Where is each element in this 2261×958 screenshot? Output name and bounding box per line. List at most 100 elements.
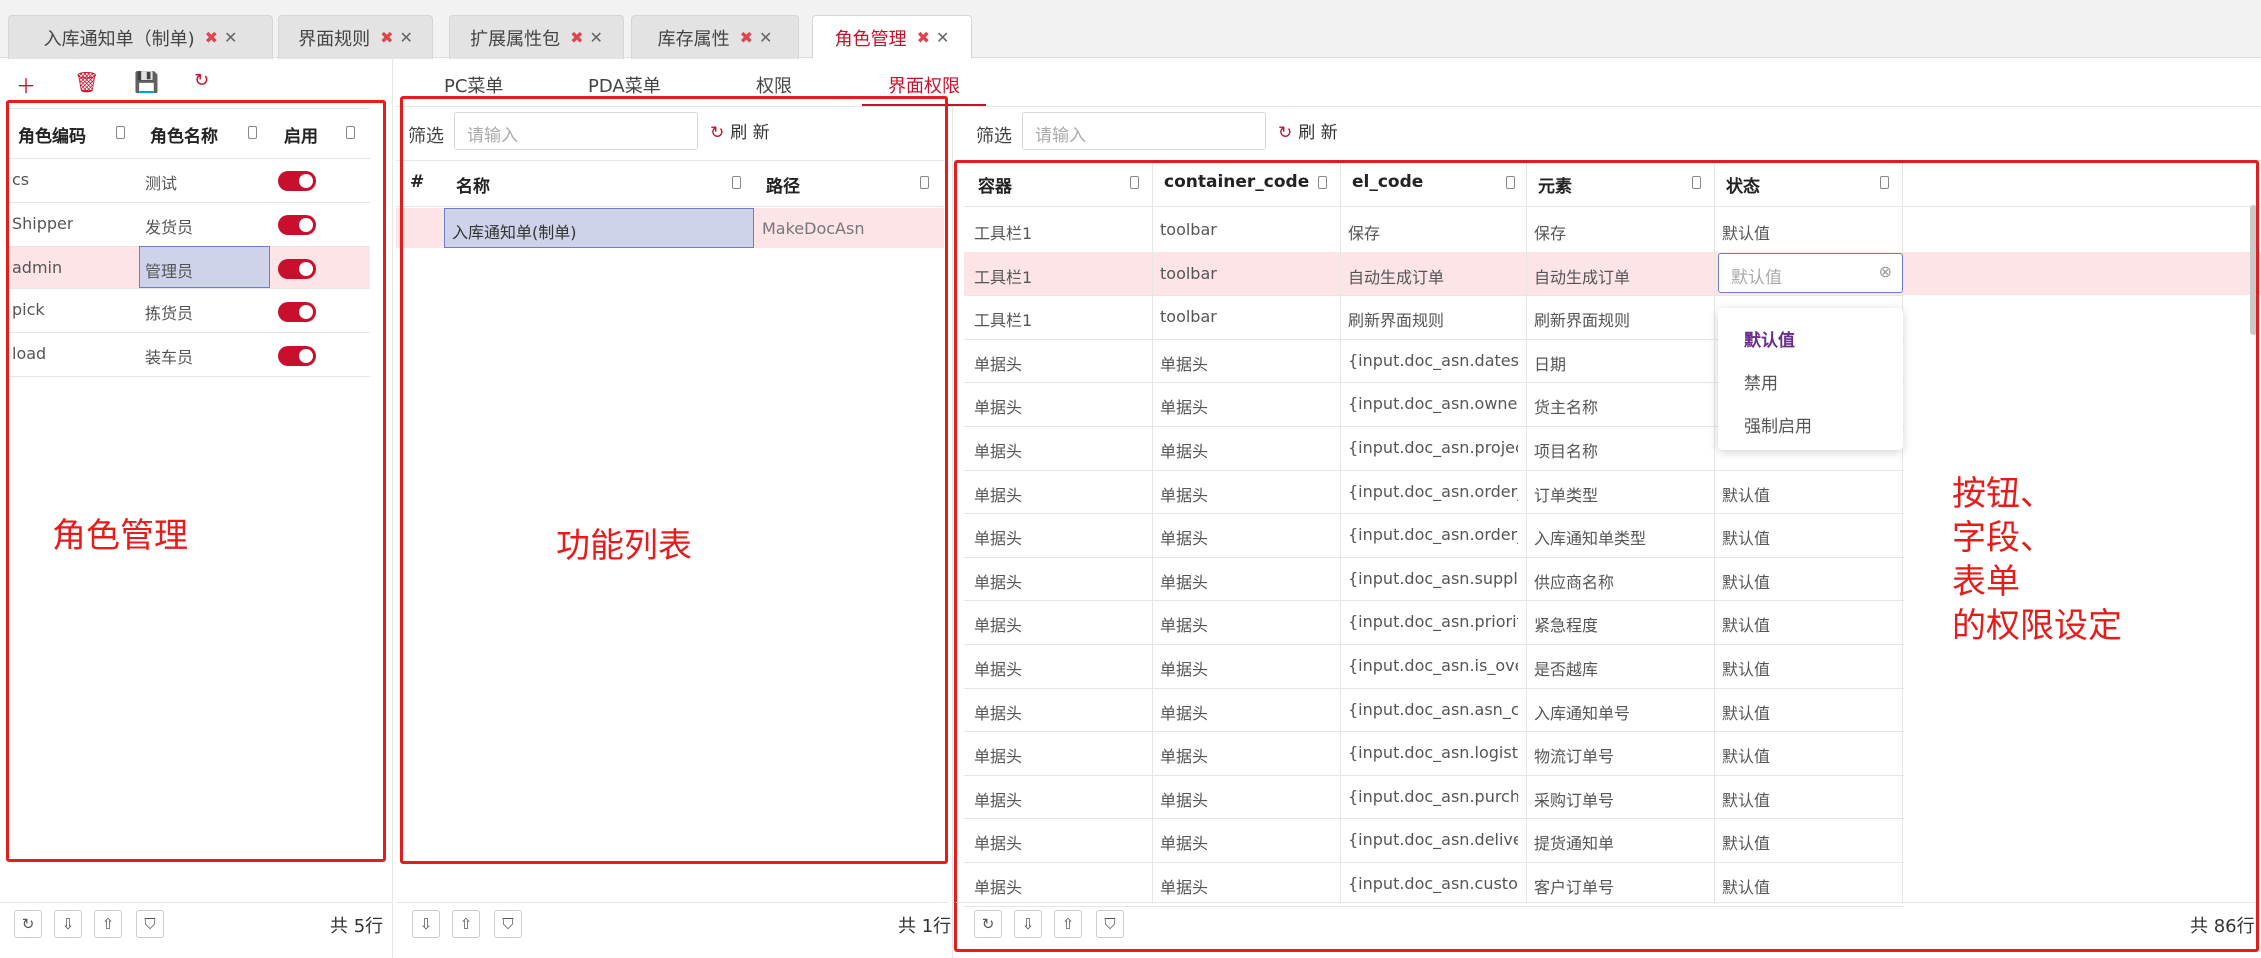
- col-index[interactable]: #: [410, 172, 424, 192]
- permission-filter-input[interactable]: 请输入: [1022, 112, 1266, 150]
- subtab-pc-menu[interactable]: PC菜单: [444, 72, 503, 98]
- tab-ext-attrs[interactable]: 扩展属性包 ✖ ✕: [449, 15, 624, 59]
- function-refresh-button[interactable]: ↻ 刷 新: [710, 118, 770, 143]
- col-container-code[interactable]: container_code: [1164, 172, 1309, 192]
- pin-icon[interactable]: ✖: [570, 28, 583, 47]
- cell-element: 入库通知单类型: [1534, 529, 1647, 549]
- close-icon[interactable]: ✕: [590, 28, 603, 47]
- status-select-input[interactable]: 默认值 ⊗: [1718, 253, 1903, 293]
- import-icon[interactable]: ⇩: [54, 910, 82, 938]
- column-menu-icon[interactable]: [1318, 176, 1327, 189]
- column-menu-icon[interactable]: [116, 126, 125, 139]
- import-icon[interactable]: ⇩: [412, 910, 440, 938]
- filter-icon[interactable]: ⛉: [494, 910, 522, 938]
- close-icon[interactable]: ✕: [759, 28, 772, 47]
- role-code: cs: [12, 170, 30, 189]
- refresh-label: 刷 新: [730, 123, 770, 143]
- enabled-toggle[interactable]: [278, 171, 316, 191]
- dropdown-option-disabled[interactable]: 禁用: [1744, 369, 1778, 394]
- row-count: 共 5行: [330, 916, 384, 937]
- col-enabled[interactable]: 启用: [284, 122, 318, 147]
- function-filter-input[interactable]: 请输入: [454, 112, 698, 150]
- cell-container: 工具栏1: [974, 311, 1033, 331]
- tab-inbound-notice[interactable]: 入库通知单（制单) ✖ ✕: [8, 15, 273, 59]
- cell-container-code: 单据头: [1160, 703, 1209, 723]
- export-icon[interactable]: ⇧: [94, 910, 122, 938]
- export-icon[interactable]: ⇧: [1054, 910, 1082, 938]
- export-icon[interactable]: ⇧: [452, 910, 480, 938]
- role-code: admin: [12, 258, 63, 277]
- enabled-toggle[interactable]: [278, 259, 316, 279]
- close-icon[interactable]: ✕: [936, 28, 949, 47]
- cell-container-code: 单据头: [1160, 747, 1209, 767]
- col-role-name[interactable]: 角色名称: [150, 122, 218, 147]
- clear-icon[interactable]: ⊗: [1879, 262, 1892, 281]
- col-role-code[interactable]: 角色编码: [18, 122, 86, 147]
- cell-container: 单据头: [974, 529, 1023, 549]
- row-count: 共 86行: [2190, 916, 2255, 937]
- refresh-icon[interactable]: ↻: [194, 70, 209, 91]
- cell-element: 项目名称: [1534, 442, 1599, 461]
- subtab-pda-menu[interactable]: PDA菜单: [588, 72, 661, 98]
- column-menu-icon[interactable]: [920, 176, 929, 189]
- annotation-line: 表单: [1952, 562, 2020, 602]
- vertical-scrollbar[interactable]: [2250, 205, 2257, 335]
- tab-role-management[interactable]: 角色管理 ✖ ✕: [812, 15, 972, 59]
- cell-container: 单据头: [974, 747, 1023, 767]
- column-menu-icon[interactable]: [346, 126, 355, 139]
- column-menu-icon[interactable]: [1130, 176, 1139, 189]
- cell-el-code: {input.doc_asn.supplie...: [1348, 568, 1518, 588]
- cell-el-code: {input.doc_asn.order_...: [1348, 481, 1518, 501]
- cell-container-code: toolbar: [1160, 220, 1217, 239]
- cell-container-code: 单据头: [1160, 660, 1209, 679]
- cell-container: 单据头: [974, 616, 1023, 636]
- dropdown-option-force-enabled[interactable]: 强制启用: [1744, 412, 1812, 437]
- role-code: pick: [12, 300, 45, 319]
- import-icon[interactable]: ⇩: [1014, 910, 1042, 938]
- dropdown-option-default[interactable]: 默认值: [1744, 326, 1795, 351]
- cell-element: 物流订单号: [1534, 747, 1615, 767]
- tab-ui-rules[interactable]: 界面规则 ✖ ✕: [278, 15, 433, 59]
- cell-el-code: {input.doc_asn.logistic...: [1348, 743, 1518, 763]
- pin-icon[interactable]: ✖: [205, 28, 218, 47]
- column-menu-icon[interactable]: [732, 176, 741, 189]
- col-element[interactable]: 元素: [1538, 172, 1572, 197]
- column-menu-icon[interactable]: [248, 126, 257, 139]
- enabled-toggle[interactable]: [278, 302, 316, 322]
- delete-icon[interactable]: 🗑: [74, 70, 99, 94]
- col-name[interactable]: 名称: [456, 172, 490, 197]
- pin-icon[interactable]: ✖: [380, 28, 393, 47]
- cell-container-code: 单据头: [1160, 878, 1209, 897]
- tab-stock-attrs[interactable]: 库存属性 ✖ ✕: [631, 15, 799, 59]
- col-path[interactable]: 路径: [766, 172, 800, 197]
- save-icon[interactable]: 💾: [134, 70, 159, 94]
- permission-refresh-button[interactable]: ↻ 刷 新: [1278, 118, 1338, 143]
- column-menu-icon[interactable]: [1692, 176, 1701, 189]
- annotation-permission-settings: 按钮、 字段、 表单 的权限设定: [1952, 472, 2122, 648]
- pin-icon[interactable]: ✖: [917, 28, 930, 47]
- close-icon[interactable]: ✕: [400, 28, 413, 47]
- cell-element: 供应商名称: [1534, 572, 1615, 592]
- subtab-permissions[interactable]: 权限: [756, 72, 792, 98]
- cell-container: 单据头: [974, 790, 1023, 810]
- filter-icon[interactable]: ⛉: [1096, 910, 1124, 938]
- annotation-line: 的权限设定: [1952, 606, 2122, 646]
- column-menu-icon[interactable]: [1880, 176, 1889, 189]
- subtab-ui-permissions[interactable]: 界面权限: [888, 72, 960, 98]
- cell-container-code: 单据头: [1160, 572, 1209, 592]
- filter-icon[interactable]: ⛉: [136, 910, 164, 938]
- reload-icon[interactable]: ↻: [974, 910, 1002, 938]
- tab-label: 界面规则: [298, 28, 371, 50]
- enabled-toggle[interactable]: [278, 346, 316, 366]
- reload-icon[interactable]: ↻: [14, 910, 42, 938]
- col-el-code[interactable]: el_code: [1352, 172, 1423, 192]
- enabled-toggle[interactable]: [278, 215, 316, 235]
- close-icon[interactable]: ✕: [224, 28, 237, 47]
- col-status[interactable]: 状态: [1726, 172, 1760, 197]
- add-icon[interactable]: ＋: [16, 70, 36, 99]
- column-menu-icon[interactable]: [1506, 176, 1515, 189]
- pin-icon[interactable]: ✖: [740, 28, 753, 47]
- cell-element: 日期: [1534, 354, 1567, 374]
- cell-el-code: {input.doc_asn.owner...: [1348, 394, 1518, 414]
- col-container[interactable]: 容器: [978, 172, 1012, 197]
